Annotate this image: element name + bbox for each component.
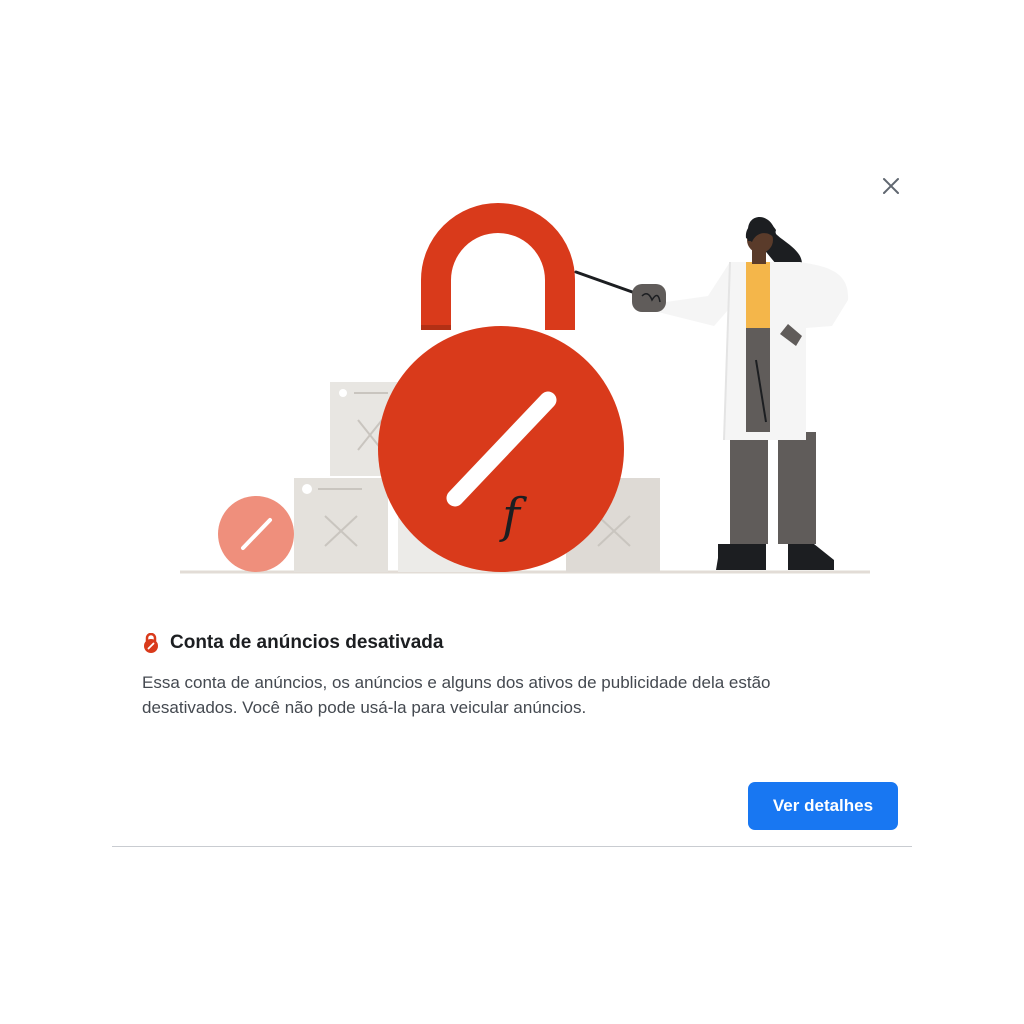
view-details-button[interactable]: Ver detalhes [748, 782, 898, 830]
padlock-icon: f [378, 203, 624, 572]
pointer-stick [574, 270, 640, 296]
presenter-figure [632, 216, 849, 570]
box-bottom-left [294, 478, 388, 572]
lock-icon [144, 633, 158, 653]
small-disabled-icon [218, 496, 294, 572]
dialog-title-row: Conta de anúncios desativada [142, 632, 443, 654]
disabled-account-illustration: f [180, 203, 870, 574]
dialog-title: Conta de anúncios desativada [170, 632, 444, 653]
ad-account-disabled-dialog: f Conta de anúncios desativada Essa cont… [112, 150, 912, 847]
dialog-body-text: Essa conta de anúncios, os anúncios e al… [142, 673, 771, 717]
